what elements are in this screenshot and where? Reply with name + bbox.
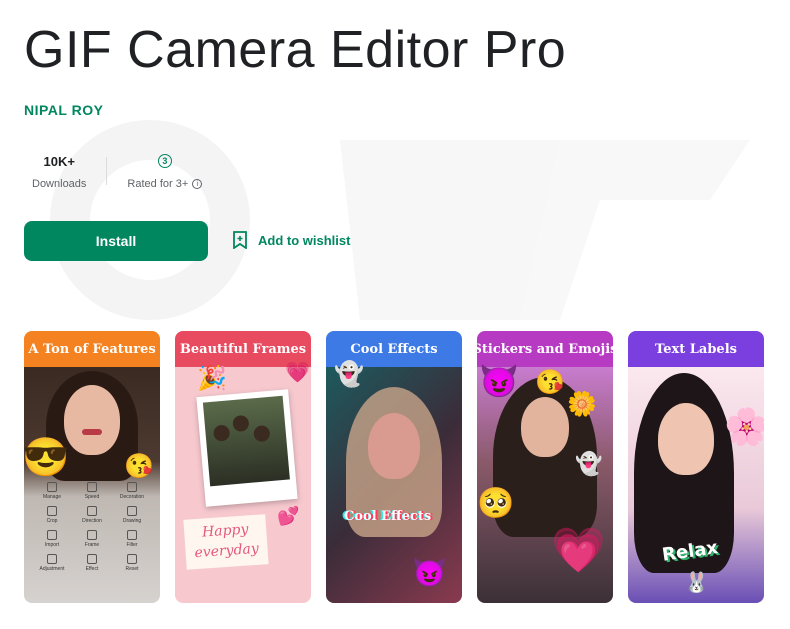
menu-item[interactable]: Frame <box>72 530 112 548</box>
bookmark-add-icon <box>233 231 247 249</box>
happy-everyday-note: Happy everyday <box>183 514 269 570</box>
cool-effects-overlay: Cool Effects <box>344 509 432 524</box>
screenshot-image: 👻 Cool Effects 😈 <box>326 363 462 603</box>
flower-emoji: 🌸 <box>724 406 764 447</box>
menu-item[interactable]: Crop <box>32 506 72 524</box>
menu-item[interactable]: Filter <box>112 530 152 548</box>
downloads-stat: 10K+ Downloads <box>24 152 94 191</box>
screenshot-3[interactable]: Cool Effects 👻 Cool Effects 😈 <box>326 331 462 603</box>
screenshot-header: A Ton of Features <box>24 331 160 367</box>
ghost-emoji: 👻 <box>575 451 603 476</box>
developer-link[interactable]: NIPAL ROY <box>24 102 103 118</box>
screenshot-4[interactable]: Stickers and Emojis 😈 😘 🌼 👻 🥺 💗 <box>477 331 613 603</box>
app-stats: 10K+ Downloads 3 Rated for 3+ i <box>24 146 210 196</box>
menu-item[interactable]: Reset <box>112 554 152 572</box>
stat-divider <box>106 157 108 185</box>
kiss-emoji: 😘 <box>535 369 565 396</box>
ghost-emoji: 👻 <box>334 361 364 388</box>
content-rating-stat[interactable]: 3 Rated for 3+ i <box>119 152 210 190</box>
menu-item[interactable]: Effect <box>72 554 112 572</box>
pleading-emoji: 🥺 <box>477 487 515 520</box>
menu-item[interactable]: Manage <box>32 482 72 500</box>
devil-emoji: 😈 <box>412 557 447 588</box>
flower-emoji: 🌼 <box>567 391 597 418</box>
heart-emoji: 💗 <box>551 526 606 575</box>
screenshot-1[interactable]: A Ton of Features 😎 😘 Manage Speed Decor… <box>24 331 160 603</box>
menu-item[interactable]: Decoration <box>112 482 152 500</box>
photo-frame <box>196 389 298 507</box>
screenshot-image: 😈 😘 🌼 👻 🥺 💗 <box>477 363 613 603</box>
kiss-emoji: 😘 <box>124 453 154 480</box>
devil-emoji: 😈 <box>479 363 519 399</box>
rated-3-plus-icon: 3 <box>157 154 172 168</box>
downloads-value: 10K+ <box>43 153 75 169</box>
screenshot-header: Stickers and Emojis <box>477 331 613 367</box>
downloads-label: Downloads <box>32 178 87 190</box>
heart-icon: 💗 <box>285 362 310 384</box>
menu-item[interactable]: Speed <box>72 482 112 500</box>
screenshot-image: 🎉 💗 Happy everyday 💕 <box>175 363 311 603</box>
screenshot-5[interactable]: Text Labels 🌸 Relax 🐰 <box>628 331 764 603</box>
screenshot-image: 🌸 Relax 🐰 <box>628 367 764 603</box>
feature-menu-grid: Manage Speed Decoration Crop Direction D… <box>32 482 152 572</box>
app-title: GIF Camera Editor Pro <box>24 21 567 79</box>
install-button[interactable]: Install <box>24 221 208 261</box>
bunny-sticker: 🐰 <box>684 572 709 594</box>
party-hat-icon: 🎉 <box>197 365 227 392</box>
menu-item[interactable]: Direction <box>72 506 112 524</box>
screenshot-header: Text Labels <box>628 331 764 367</box>
add-to-wishlist-button[interactable]: Add to wishlist <box>232 231 350 249</box>
wishlist-label: Add to wishlist <box>258 232 351 248</box>
heart-icon: 💕 <box>277 506 300 526</box>
screenshot-2[interactable]: Beautiful Frames 🎉 💗 Happy everyday 💕 <box>175 331 311 603</box>
screenshot-image: 😎 😘 Manage Speed Decoration Crop Directi… <box>24 367 160 603</box>
menu-item[interactable]: Adjustment <box>32 554 72 572</box>
menu-item[interactable]: Drawing <box>112 506 152 524</box>
content-rating-label: Rated for 3+ <box>127 178 189 190</box>
screenshot-carousel[interactable]: A Ton of Features 😎 😘 Manage Speed Decor… <box>24 331 764 603</box>
menu-item[interactable]: Import <box>32 530 72 548</box>
sunglasses-emoji: 😎 <box>24 437 70 479</box>
info-icon[interactable]: i <box>192 179 203 189</box>
